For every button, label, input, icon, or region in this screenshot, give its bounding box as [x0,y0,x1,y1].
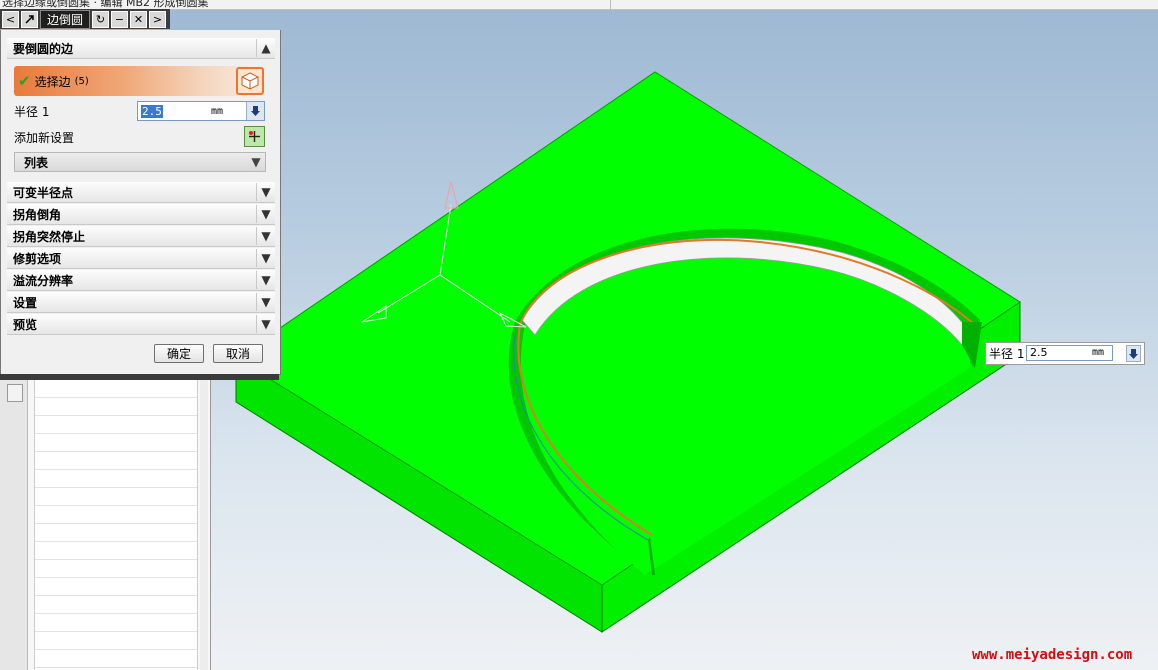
chevron-up-icon[interactable]: ▲ [256,39,275,57]
arrow-down-icon [1129,348,1138,359]
back-button[interactable]: < [2,10,19,28]
section-edges-to-blend[interactable]: 要倒圆的边 ▲ [7,38,275,59]
part-navigator [0,380,211,670]
section-title: 预览 [13,317,38,332]
section-title: 可变半径点 [13,185,74,200]
on-screen-radius-input[interactable]: 半径 1 2.5 mm [985,342,1145,365]
cancel-button[interactable]: 取消 [213,344,263,363]
chevron-down-icon[interactable]: ▼ [256,183,275,201]
resource-bar [0,380,28,670]
radius-label: 半径 1 [14,105,50,119]
resource-tab-icon[interactable] [7,384,23,402]
dialog-titlebar: < 边倒圆 ↻ − ✕ > [0,9,170,29]
edge-blend-dialog: 要倒圆的边 ▲ ✔ 选择边 (5) 半径 1 2.5 mm 添加新设置 列表 ▼ [0,30,281,375]
chevron-down-icon[interactable]: ▼ [256,249,275,267]
section-stop-short[interactable]: 拐角突然停止 ▼ [7,226,275,247]
status-divider [610,0,611,9]
navigator-scrollbar[interactable] [200,380,208,670]
section-title: 修剪选项 [13,251,62,266]
select-solid-button[interactable] [236,67,264,95]
dialog-title: 边倒圆 [40,9,91,29]
select-edge-label: 选择边 [34,74,71,89]
arrow-down-icon [251,106,260,116]
section-overflow[interactable]: 溢流分辨率 ▼ [7,270,275,291]
list-label: 列表 [24,155,49,170]
chevron-down-icon[interactable]: ▼ [247,155,265,169]
check-icon: ✔ [18,72,31,90]
section-variable-radius[interactable]: 可变半径点 ▼ [7,182,275,203]
list-collapse[interactable]: 列表 ▼ [14,152,266,172]
section-preview[interactable]: 预览 ▼ [7,314,275,335]
minimize-button[interactable]: − [111,10,129,28]
ok-button[interactable]: 确定 [154,344,204,363]
status-bar: 选择边缘或倒圆集 · 编辑 MB2 形成倒圆集 [0,0,1158,10]
section-trim[interactable]: 修剪选项 ▼ [7,248,275,269]
chevron-down-icon[interactable]: ▼ [256,227,275,245]
watermark: www.meiyadesign.com [972,647,1133,663]
select-edge-count: (5) [74,75,89,87]
select-edge-row[interactable]: ✔ 选择边 (5) [14,66,266,96]
radius-input[interactable]: 2.5 mm [137,101,265,121]
add-new-set-label: 添加新设置 [14,131,75,145]
chevron-down-icon[interactable]: ▼ [256,205,275,223]
float-radius-label: 半径 1 [989,347,1025,361]
section-title: 拐角突然停止 [13,229,86,244]
chevron-down-icon[interactable]: ▼ [256,315,275,333]
float-radius-unit: mm [1092,347,1105,358]
section-corner-setback[interactable]: 拐角倒角 ▼ [7,204,275,225]
section-title: 拐角倒角 [13,207,62,222]
radius-value[interactable]: 2.5 [141,104,163,118]
chevron-down-icon[interactable]: ▼ [256,293,275,311]
section-title: 溢流分辨率 [13,273,74,288]
cube-icon [241,72,259,90]
float-radius-dropdown[interactable] [1126,345,1141,362]
chevron-down-icon[interactable]: ▼ [256,271,275,289]
add-set-icon [249,131,260,142]
add-new-set-button[interactable] [244,126,265,147]
radius-unit: mm [211,105,224,117]
reset-button[interactable]: ↻ [92,10,110,28]
edge-blend-icon [21,10,38,28]
section-title: 要倒圆的边 [13,41,74,56]
radius-dropdown[interactable] [246,102,264,120]
dialog-bottom-edge [0,374,279,380]
section-title: 设置 [13,295,38,310]
next-button[interactable]: > [149,10,167,28]
section-settings[interactable]: 设置 ▼ [7,292,275,313]
navigator-list[interactable] [34,380,198,670]
close-button[interactable]: ✕ [130,10,148,28]
